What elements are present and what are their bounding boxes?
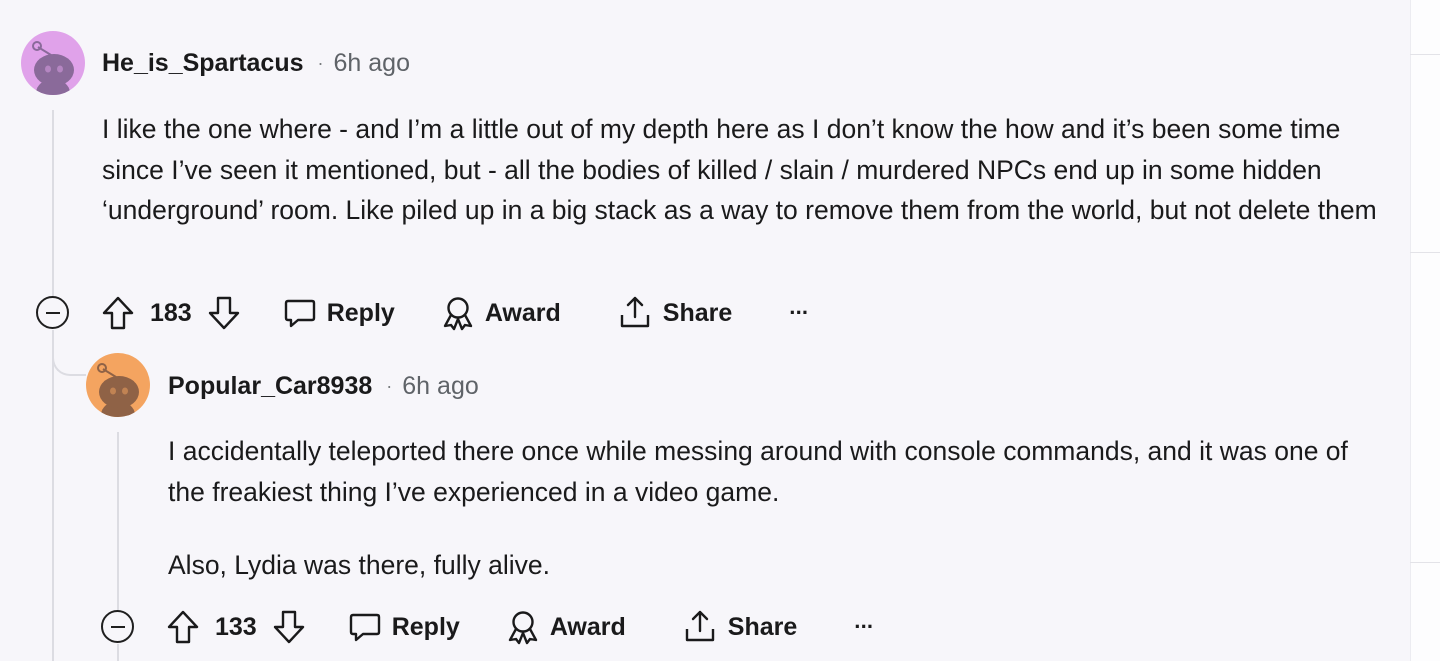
award-label: Award [484, 298, 561, 327]
timestamp[interactable]: 6h ago [402, 372, 478, 401]
username[interactable]: He_is_Spartacus [102, 49, 304, 78]
meta-separator: · [317, 53, 324, 73]
more-options-icon[interactable]: ··· [854, 614, 874, 640]
vote-score: 183 [150, 298, 192, 327]
comment-paragraph: Also, Lydia was there, fully alive. [168, 550, 550, 581]
upvote-arrow-icon [102, 296, 134, 330]
rail-divider [1410, 252, 1440, 253]
minus-icon [110, 625, 125, 628]
comment-bubble-icon [284, 299, 315, 328]
share-button[interactable]: Share [618, 295, 732, 331]
minus-icon [45, 311, 60, 314]
downvote-arrow-icon [273, 610, 304, 644]
award-icon [443, 297, 473, 331]
share-label: Share [727, 612, 798, 641]
downvote-button[interactable] [207, 295, 241, 331]
comment-paragraph: I accidentally teleported there once whi… [168, 436, 1348, 507]
award-label: Award [549, 612, 626, 641]
comment-actions: 133 Reply Award Share ··· [166, 607, 874, 647]
share-label: Share [662, 298, 733, 327]
reply-button[interactable]: Reply [283, 296, 395, 330]
timestamp[interactable]: 6h ago [334, 49, 410, 78]
share-button[interactable]: Share [683, 609, 797, 645]
thread-line[interactable] [52, 330, 54, 661]
avatar[interactable] [21, 31, 85, 95]
rail-divider [1410, 562, 1440, 563]
username[interactable]: Popular_Car8938 [168, 372, 372, 401]
collapse-button[interactable] [36, 296, 69, 329]
share-icon [620, 296, 649, 328]
comment-body: I accidentally teleported there once whi… [168, 431, 1378, 586]
comment-paragraph: I like the one where - and I’m a little … [102, 114, 1377, 226]
snoo-avatar-icon [21, 31, 85, 95]
comment-meta: Popular_Car8938 · 6h ago [168, 372, 479, 401]
upvote-button[interactable] [166, 609, 200, 645]
vote-score: 133 [215, 612, 257, 641]
comment-meta: He_is_Spartacus · 6h ago [102, 49, 410, 78]
share-icon [685, 610, 714, 642]
upvote-button[interactable] [101, 295, 135, 331]
comment-actions: 183 Reply Award Share ··· [101, 293, 809, 333]
meta-separator: · [386, 376, 393, 396]
comment-body: I like the one where - and I’m a little … [102, 109, 1392, 231]
rail-divider [1410, 54, 1440, 55]
thread-connector [52, 340, 86, 376]
more-options-icon[interactable]: ··· [789, 300, 809, 326]
avatar[interactable] [86, 353, 150, 417]
reply-label: Reply [391, 612, 460, 641]
award-button[interactable]: Award [506, 609, 626, 645]
thread-line[interactable] [117, 432, 119, 610]
thread-line[interactable] [52, 110, 54, 296]
reply-label: Reply [326, 298, 395, 327]
upvote-arrow-icon [167, 610, 199, 644]
snoo-avatar-icon [86, 353, 150, 417]
reply-button[interactable]: Reply [348, 610, 460, 644]
comment-bubble-icon [349, 613, 380, 642]
downvote-arrow-icon [208, 296, 239, 330]
downvote-button[interactable] [272, 609, 306, 645]
thread-line[interactable] [117, 644, 119, 661]
collapse-button[interactable] [101, 610, 134, 643]
award-button[interactable]: Award [441, 295, 561, 331]
award-icon [508, 611, 538, 645]
